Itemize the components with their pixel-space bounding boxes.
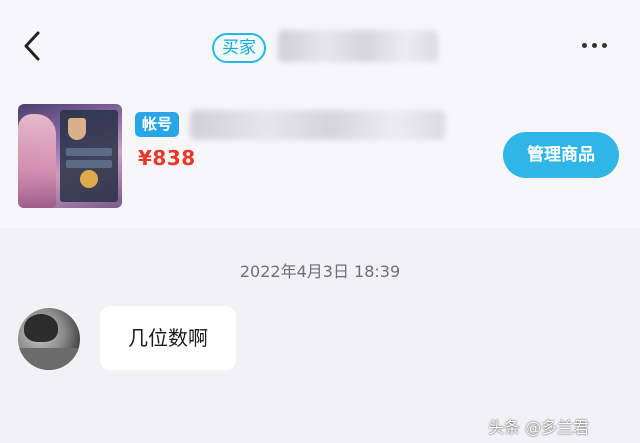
back-button[interactable] — [14, 22, 50, 70]
avatar[interactable] — [18, 308, 80, 370]
chat-header: 买家 — [0, 0, 640, 90]
buyer-badge: 买家 — [212, 33, 266, 63]
more-options-button[interactable] — [570, 30, 618, 60]
account-tag: 帐号 — [135, 112, 180, 137]
chat-area: 2022年4月3日 18:39 几位数啊 头条 @多兰君 — [0, 228, 640, 443]
redacted-product-title — [190, 110, 445, 140]
watermark: 头条 @多兰君 — [488, 418, 590, 437]
product-price: ¥838 — [138, 146, 196, 170]
chevron-left-icon — [24, 31, 40, 61]
message-bubble[interactable]: 几位数啊 — [100, 306, 236, 370]
redacted-username — [278, 30, 438, 62]
product-thumbnail[interactable] — [18, 104, 122, 208]
manage-product-button[interactable]: 管理商品 — [503, 132, 619, 178]
more-horizontal-icon — [581, 42, 587, 48]
message-timestamp: 2022年4月3日 18:39 — [239, 262, 401, 281]
product-card[interactable]: 帐号 ¥838 管理商品 — [0, 90, 640, 228]
